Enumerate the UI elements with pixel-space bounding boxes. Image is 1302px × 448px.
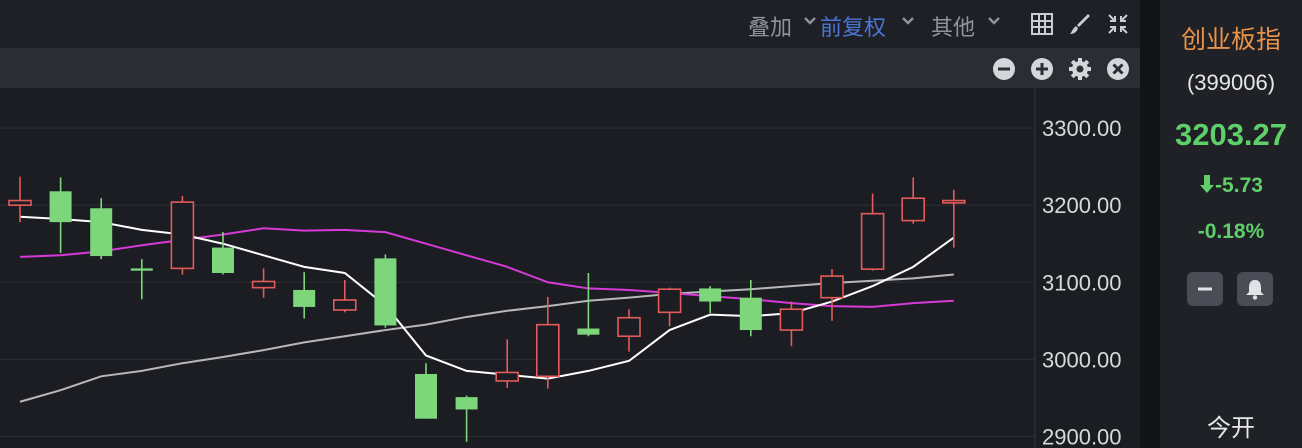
candle-body [860,212,885,270]
candle-body [779,308,804,331]
quote-panel: 创业板指 (399006) 3203.27 -5.73 -0.18% 今开 [1160,0,1302,448]
candle-body [170,201,195,270]
candle-body [455,397,478,410]
y-tick-label: 2900.00 [1042,424,1122,448]
price-change: -5.73 [1215,174,1263,197]
zoom-in-icon[interactable] [1030,57,1054,81]
price-change-percent: -0.18% [1197,220,1265,243]
candle-body [374,258,397,326]
y-tick-label: 3000.00 [1042,347,1122,372]
candle-body [8,199,32,206]
candle-body [820,275,844,299]
candle-body [293,289,316,307]
chart-toolbar: 叠加 前复权 其他 [0,0,1140,48]
other-dropdown[interactable]: 其他 [931,10,975,42]
grid-layout-icon[interactable] [1030,12,1054,36]
candle-body [130,268,153,271]
panel-divider [1140,0,1160,448]
price-change-row: -5.73 [1160,174,1302,198]
chart-control-bar [0,48,1140,88]
collapse-icon[interactable] [1106,12,1130,36]
candle-body [212,247,234,274]
y-tick-label: 3100.00 [1042,270,1122,295]
arrow-down-icon [1200,175,1215,193]
current-price: 3203.27 [1174,117,1288,152]
price-alert-button[interactable] [1237,272,1273,306]
bell-icon [1246,280,1264,300]
candle-body [90,208,113,257]
chevron-down-icon[interactable] [988,16,1000,26]
brush-icon[interactable] [1068,12,1092,36]
index-code: (399006) [1186,70,1276,95]
adjust-dropdown[interactable]: 前复权 [820,10,886,42]
index-name: 创业板指 [1180,26,1281,54]
candlestick-chart: 3300.00 3200.00 3100.00 3000.00 2900.00 [0,88,1140,448]
candle-body [332,299,357,311]
overlay-dropdown[interactable]: 叠加 [748,10,792,42]
zoom-out-icon[interactable] [992,57,1016,81]
chevron-down-icon[interactable] [804,16,816,26]
candle-body [49,191,72,223]
y-tick-label: 3200.00 [1042,193,1122,218]
candle-body [617,316,641,338]
candle-body [495,371,520,382]
candle-body [901,197,926,222]
candle-body [739,297,762,331]
settings-gear-icon[interactable] [1068,57,1092,81]
candle-body [535,323,560,378]
candle [170,195,195,275]
candle-body [699,288,722,302]
candle [374,254,397,328]
close-icon[interactable] [1106,57,1130,81]
today-open-label: 今开 [1207,415,1255,442]
chevron-down-icon[interactable] [902,16,914,26]
candle-body [577,328,600,335]
remove-watchlist-button[interactable] [1187,272,1223,306]
candle-body [251,280,276,289]
candle-body [657,288,682,314]
y-tick-label: 3300.00 [1042,116,1122,141]
candle-body [415,373,437,419]
candle-body [941,199,966,204]
minus-icon [1198,287,1212,291]
